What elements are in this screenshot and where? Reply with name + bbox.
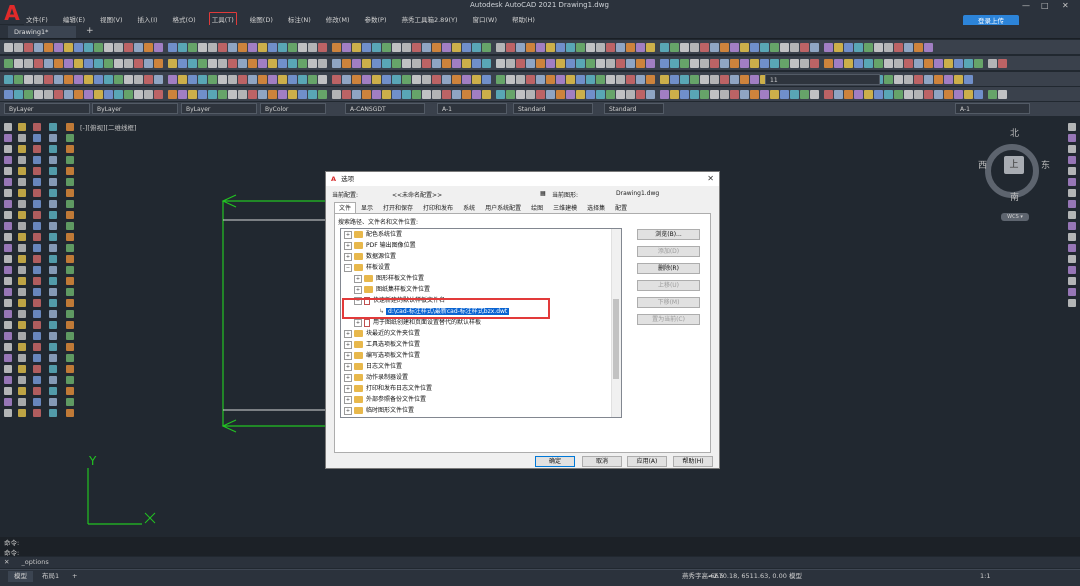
tree-scrollbar[interactable] xyxy=(611,229,621,417)
tree-item[interactable]: + PDF 输出图像位置 xyxy=(344,241,416,251)
expand-icon[interactable]: + xyxy=(344,329,352,338)
dialog-title-bar: A 选项 ✕ xyxy=(326,172,719,186)
current-profile-label: 当前配置: xyxy=(332,192,359,199)
current-drawing-value: Drawing1.dwg xyxy=(616,190,660,197)
command-input[interactable]: _options xyxy=(22,558,49,566)
apply-button[interactable]: 应用(A) xyxy=(627,456,667,467)
folder-icon xyxy=(354,341,363,348)
folder-icon xyxy=(354,396,363,403)
current-profile-value: <<未命名配置>> xyxy=(392,192,443,199)
options-dialog: A 选项 ✕ 当前配置: <<未命名配置>> ▦ 当前图形: Drawing1.… xyxy=(325,171,720,469)
expand-icon[interactable]: + xyxy=(344,384,352,393)
tree-item[interactable]: + 临时图形文件位置 xyxy=(344,406,414,416)
compass-south[interactable]: 南 xyxy=(1010,190,1019,203)
expand-icon[interactable]: + xyxy=(344,252,352,261)
tree-item[interactable]: + 外部参照备份文件位置 xyxy=(344,395,426,405)
tree-item[interactable]: + 打印和发布日志文件位置 xyxy=(344,384,432,394)
scrollbar-thumb[interactable] xyxy=(613,299,619,379)
tab-model[interactable]: 模型 xyxy=(8,571,33,582)
tree-item[interactable]: + 图纸集样板文件位置 xyxy=(354,285,430,295)
dialog-title: 选项 xyxy=(341,175,355,183)
tree-item[interactable]: + 日志文件位置 xyxy=(344,362,402,372)
annotation-scale[interactable]: 1:1 xyxy=(974,571,996,582)
tree-item[interactable]: + 编写选项板文件位置 xyxy=(344,351,420,361)
tree-item[interactable]: + 图形样板文件位置 xyxy=(354,274,424,284)
dialog-tabs: 文件 显示 打开和保存 打印和发布 系统 用户系统配置 绘图 三维建模 选择集 … xyxy=(334,202,632,214)
folder-icon xyxy=(364,275,373,282)
tree-item[interactable]: − 样板设置 xyxy=(344,263,390,273)
folder-icon xyxy=(354,352,363,359)
cancel-button[interactable]: 取消 xyxy=(582,456,622,467)
expand-icon[interactable]: + xyxy=(354,274,362,283)
expand-icon[interactable]: + xyxy=(344,406,352,415)
autocad-small-icon: A xyxy=(331,175,337,183)
command-history-line: 命令: xyxy=(4,549,20,557)
dialog-close-icon[interactable]: ✕ xyxy=(707,172,714,186)
folder-icon xyxy=(354,363,363,370)
folder-icon xyxy=(364,286,373,293)
folder-icon xyxy=(354,374,363,381)
move-up-button[interactable]: 上移(U) xyxy=(637,280,700,291)
tree-item[interactable]: + 配色系统位置 xyxy=(344,230,402,240)
command-history-line: 命令: xyxy=(4,539,20,547)
command-line[interactable]: ✕ _options xyxy=(0,557,1080,568)
compass-west[interactable]: 西 xyxy=(978,158,987,171)
move-down-button[interactable]: 下移(M) xyxy=(637,297,700,308)
file-locations-tree[interactable]: + 配色系统位置 + PDF 输出图像位置 + 数据源位置 − 样板设置 + 图形样板文件… xyxy=(340,228,622,418)
expand-icon[interactable]: + xyxy=(344,395,352,404)
expand-icon[interactable]: + xyxy=(344,340,352,349)
search-paths-label: 搜索路径、文件名和文件位置: xyxy=(338,219,419,226)
folder-icon xyxy=(354,385,363,392)
drawing-file-icon: ▦ xyxy=(540,190,546,197)
command-line-icon[interactable]: ✕ xyxy=(4,558,9,566)
cursor-coordinates: -6670.18, 6511.63, 0.00 xyxy=(708,572,787,580)
expand-icon[interactable]: + xyxy=(344,373,352,382)
tree-item[interactable]: + 动作录制器设置 xyxy=(344,373,408,383)
y-axis-label: Y xyxy=(89,454,97,468)
set-current-button[interactable]: 置为当前(C) xyxy=(637,314,700,325)
compass-north[interactable]: 北 xyxy=(1010,126,1019,139)
command-history: 命令: 命令: xyxy=(0,537,1080,557)
folder-icon xyxy=(354,407,363,414)
viewcube-top-face[interactable]: 上 xyxy=(1004,156,1024,174)
template-file-icon xyxy=(364,318,370,327)
compass-east[interactable]: 东 xyxy=(1041,158,1050,171)
status-bar xyxy=(0,569,1080,586)
expand-icon[interactable]: + xyxy=(344,241,352,250)
browse-button[interactable]: 浏览(B)... xyxy=(637,229,700,240)
ok-button[interactable]: 确定 xyxy=(535,456,575,467)
expand-icon[interactable]: + xyxy=(354,285,362,294)
folder-icon xyxy=(354,231,363,238)
add-button[interactable]: 添加(D) xyxy=(637,246,700,257)
model-space-button[interactable]: 模型 xyxy=(783,571,808,582)
tree-item[interactable]: + 工具选项板文件位置 xyxy=(344,340,420,350)
tab-layout1[interactable]: 布局1 xyxy=(36,571,65,582)
folder-icon xyxy=(354,330,363,337)
annotation-highlight-box xyxy=(342,298,550,319)
remove-button[interactable]: 删除(R) xyxy=(637,263,700,274)
wcs-menu-button[interactable]: WCS ▾ xyxy=(1001,213,1029,221)
collapse-icon[interactable]: − xyxy=(344,263,352,272)
expand-icon[interactable]: + xyxy=(354,318,362,327)
folder-icon xyxy=(354,264,363,271)
tree-item[interactable]: + 数据源位置 xyxy=(344,252,396,262)
expand-icon[interactable]: + xyxy=(344,351,352,360)
add-layout-button[interactable]: + xyxy=(66,571,83,582)
tree-item[interactable]: + 用于图纸创建和页面设置替代的默认样板 xyxy=(354,318,481,328)
expand-icon[interactable]: + xyxy=(344,230,352,239)
expand-icon[interactable]: + xyxy=(344,362,352,371)
folder-icon xyxy=(354,253,363,260)
current-drawing-label: 当前图形: xyxy=(552,192,579,199)
help-button[interactable]: 帮助(H) xyxy=(673,456,713,467)
folder-icon xyxy=(354,242,363,249)
tree-item[interactable]: + 块最近的文件夹位置 xyxy=(344,329,420,339)
